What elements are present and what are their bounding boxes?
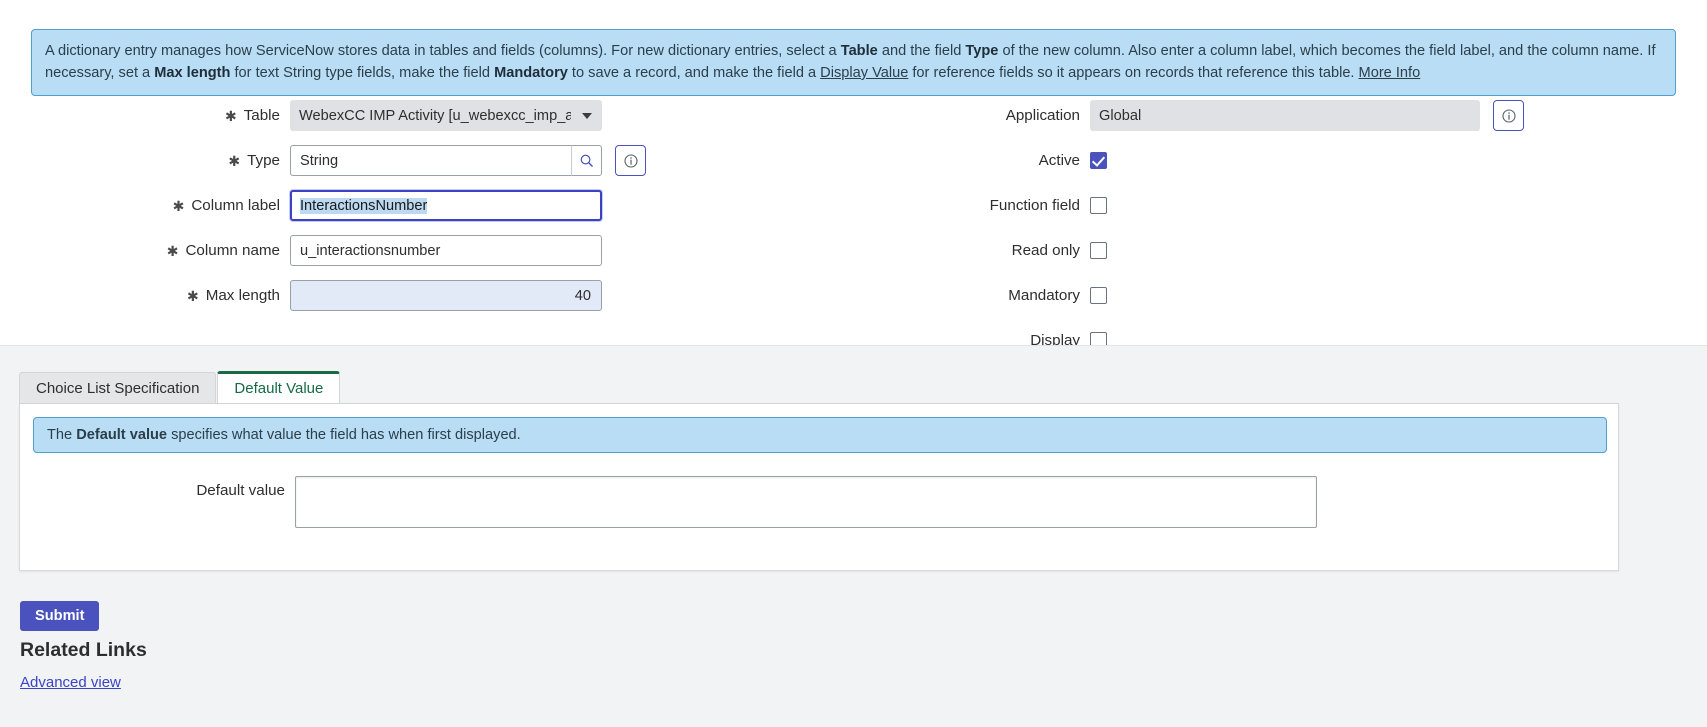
active-checkbox[interactable] — [1090, 152, 1107, 169]
required-asterisk-icon: ✱ — [166, 242, 179, 259]
type-input-value: String — [300, 152, 339, 169]
default-value-note: The Default value specifies what value t… — [33, 417, 1607, 453]
default-value-label: Default value — [196, 482, 285, 499]
required-asterisk-icon: ✱ — [224, 107, 237, 124]
required-asterisk-icon: ✱ — [228, 152, 241, 169]
max-length-input-value: 40 — [574, 287, 591, 304]
column-name-label: Column name — [185, 242, 280, 259]
submit-button[interactable]: Submit — [20, 601, 100, 631]
column-label-label-wrap: ✱ Column label — [0, 197, 290, 214]
default-value-row: Default value — [20, 476, 1317, 528]
application-value-box: Global — [1090, 100, 1480, 131]
type-input[interactable]: String — [290, 145, 571, 176]
field-row-mandatory: Mandatory — [900, 280, 1600, 311]
tab-choice-list-specification[interactable]: Choice List Specification — [19, 372, 217, 403]
mandatory-control — [1090, 287, 1107, 304]
tab-default-value[interactable]: Default Value — [217, 371, 341, 403]
form-area: A dictionary entry manages how ServiceNo… — [0, 0, 1707, 349]
function-field-label-wrap: Function field — [900, 197, 1090, 214]
application-label-wrap: Application — [900, 107, 1090, 124]
mandatory-label: Mandatory — [1008, 287, 1080, 304]
info-icon — [623, 153, 638, 168]
advanced-view-link[interactable]: Advanced view — [20, 674, 121, 691]
field-row-table: ✱ Table WebexCC IMP Activity [u_webexcc_… — [0, 100, 700, 131]
type-label: Type — [247, 152, 280, 169]
read-only-checkbox[interactable] — [1090, 242, 1107, 259]
field-row-read-only: Read only — [900, 235, 1600, 266]
read-only-label-wrap: Read only — [900, 242, 1090, 259]
info-banner-text: A dictionary entry manages how ServiceNo… — [45, 43, 1656, 81]
column-label-control: InteractionsNumber — [290, 190, 602, 221]
read-only-control — [1090, 242, 1107, 259]
default-value-textarea[interactable] — [295, 476, 1317, 528]
type-lookup-button[interactable] — [571, 145, 602, 176]
active-label-wrap: Active — [900, 152, 1090, 169]
table-label-wrap: ✱ Table — [0, 107, 290, 124]
column-name-control: u_interactionsnumber — [290, 235, 602, 266]
field-row-type: ✱ Type String — [0, 145, 700, 176]
form-column-right: Application Global Active Function field… — [900, 100, 1600, 370]
default-value-panel: The Default value specifies what value t… — [19, 404, 1619, 571]
required-asterisk-icon: ✱ — [186, 287, 199, 304]
function-field-control — [1090, 197, 1107, 214]
type-control: String — [290, 145, 646, 176]
tab-bar-filler — [341, 372, 1619, 403]
max-length-input[interactable]: 40 — [290, 280, 602, 311]
application-label: Application — [1005, 107, 1080, 124]
type-info-button[interactable] — [615, 145, 646, 176]
search-icon — [580, 154, 593, 167]
column-name-input-value: u_interactionsnumber — [300, 242, 441, 259]
info-banner: A dictionary entry manages how ServiceNo… — [31, 29, 1676, 96]
table-label: Table — [243, 107, 280, 124]
dictionary-entry-form-page: A dictionary entry manages how ServiceNo… — [0, 0, 1707, 727]
field-row-column-label: ✱ Column label InteractionsNumber — [0, 190, 700, 221]
function-field-label: Function field — [989, 197, 1080, 214]
application-control: Global — [1090, 100, 1524, 131]
column-name-input[interactable]: u_interactionsnumber — [290, 235, 602, 266]
type-label-wrap: ✱ Type — [0, 152, 290, 169]
related-links-title: Related Links — [20, 639, 147, 661]
column-label-input[interactable]: InteractionsNumber — [290, 190, 602, 221]
field-row-function-field: Function field — [900, 190, 1600, 221]
tab-section: Choice List Specification Default Value … — [0, 345, 1707, 727]
required-asterisk-icon: ✱ — [172, 197, 185, 214]
active-label: Active — [1038, 152, 1080, 169]
field-row-max-length: ✱ Max length 40 — [0, 280, 700, 311]
max-length-label-wrap: ✱ Max length — [0, 287, 290, 304]
field-row-application: Application Global — [900, 100, 1600, 131]
form-column-left: ✱ Table WebexCC IMP Activity [u_webexcc_… — [0, 100, 700, 325]
chevron-down-icon — [582, 112, 592, 119]
application-info-button[interactable] — [1493, 100, 1524, 131]
max-length-control: 40 — [290, 280, 602, 311]
read-only-label: Read only — [1011, 242, 1080, 259]
max-length-label: Max length — [205, 287, 280, 304]
table-control: WebexCC IMP Activity [u_webexcc_imp_act.… — [290, 100, 602, 131]
column-label-input-value: InteractionsNumber — [300, 197, 428, 214]
column-label-label: Column label — [191, 197, 280, 214]
tab-bar: Choice List Specification Default Value — [19, 371, 1619, 404]
tab-choice-list-specification-label: Choice List Specification — [36, 379, 200, 397]
column-name-label-wrap: ✱ Column name — [0, 242, 290, 259]
info-icon — [1501, 108, 1516, 123]
application-value: Global — [1099, 107, 1142, 124]
mandatory-checkbox[interactable] — [1090, 287, 1107, 304]
field-row-active: Active — [900, 145, 1600, 176]
field-row-column-name: ✱ Column name u_interactionsnumber — [0, 235, 700, 266]
tab-default-value-label: Default Value — [234, 380, 324, 397]
table-select-value: WebexCC IMP Activity [u_webexcc_imp_act.… — [299, 107, 571, 124]
mandatory-label-wrap: Mandatory — [900, 287, 1090, 304]
default-value-note-text: The Default value specifies what value t… — [47, 427, 521, 443]
table-select[interactable]: WebexCC IMP Activity [u_webexcc_imp_act.… — [290, 100, 602, 131]
function-field-checkbox[interactable] — [1090, 197, 1107, 214]
active-control — [1090, 152, 1107, 169]
